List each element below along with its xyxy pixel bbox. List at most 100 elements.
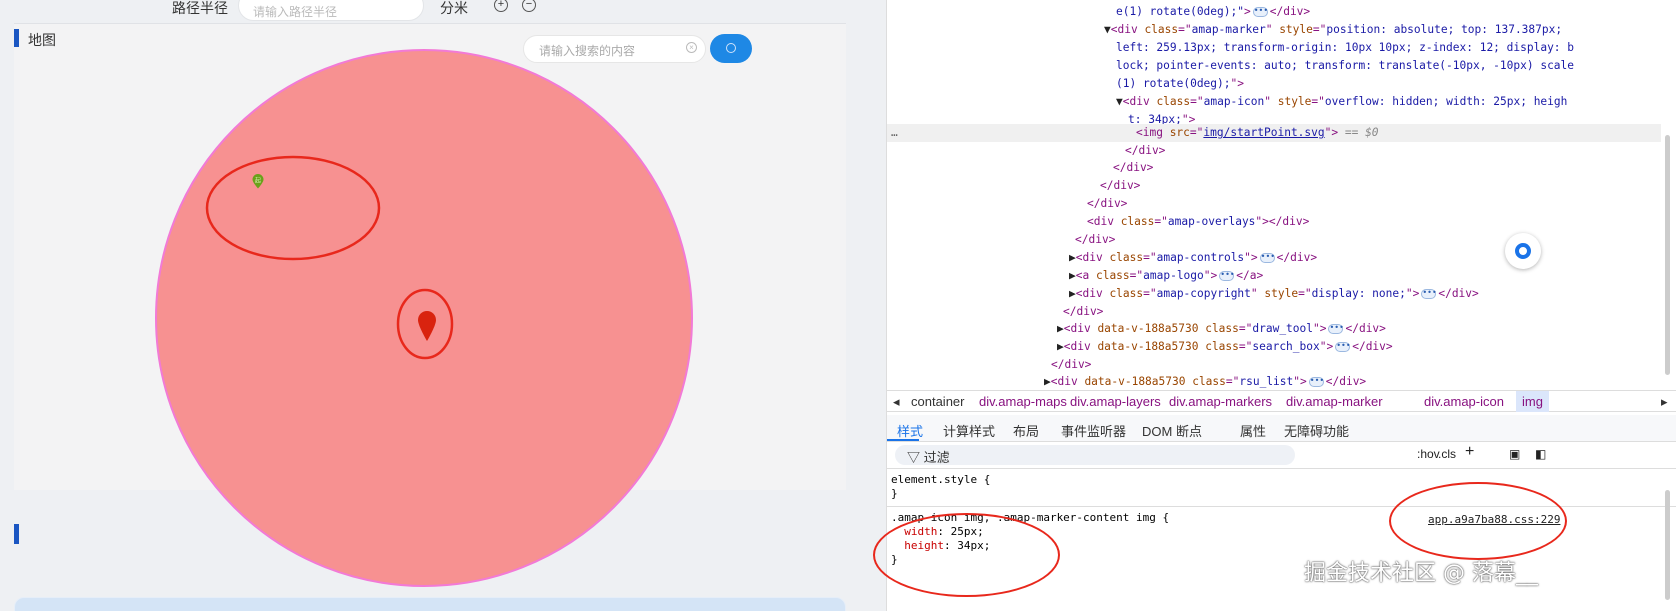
node-actions-icon[interactable]: … [891,124,898,142]
dom-node-line[interactable]: ▶<div class="amap-controls"> ••• </div> [887,249,1661,267]
breadcrumb-back[interactable]: ◂ [893,394,900,410]
tab-layout[interactable]: 布局 [1013,421,1039,440]
hov-toggle[interactable]: :hov [1417,447,1440,461]
dom-node-line[interactable]: </div> [887,231,1661,249]
dom-scrollbar[interactable] [1665,135,1670,375]
dom-node-line[interactable]: ▼<div class="amap-icon" style="overflow:… [887,93,1661,111]
dom-node-line[interactable]: </div> [887,159,1661,177]
breadcrumb-item[interactable]: div.amap-layers [1070,394,1161,409]
filter-placeholder: 过滤 [923,450,950,465]
disclosure-triangle-icon[interactable]: ▶ [1057,322,1064,335]
floating-assistant-button[interactable] [1505,233,1541,269]
breadcrumb-item[interactable]: div.amap-markers [1169,394,1272,409]
tab-styles[interactable]: 样式 [897,421,923,440]
clear-icon[interactable]: × [686,42,697,53]
dom-node-line[interactable]: left: 259.13px; transform-origin: 10px 1… [887,39,1661,57]
expand-ellipsis-icon[interactable]: ••• [1308,377,1324,387]
tab-computed[interactable]: 计算样式 [943,421,995,440]
active-tab-indicator [887,439,919,441]
dom-token: amap-controls [1156,251,1245,264]
dom-token: class [1144,23,1179,36]
dom-token: =" [1311,95,1325,108]
dom-token: "> [1244,251,1258,264]
disclosure-triangle-icon[interactable]: ▼ [1104,23,1111,36]
disclosure-triangle-icon[interactable]: ▼ [1116,95,1123,108]
breadcrumb-forward[interactable]: ▸ [1661,394,1668,410]
dom-node-line[interactable]: ▶<a class="amap-logo"> ••• </a> [887,267,1661,285]
dom-node-line[interactable]: lock; pointer-events: auto; transform: t… [887,57,1661,75]
dom-node-selected[interactable]: … <img src="img/startPoint.svg"> == $0 [887,124,1661,142]
dom-token: =" [1154,215,1168,228]
expand-ellipsis-icon[interactable]: ••• [1252,7,1268,17]
styles-filter-input[interactable]: ▽ 过滤 [895,445,1295,465]
dom-token: "> [1405,287,1420,300]
element-style-rule[interactable]: element.style { } [891,473,990,501]
dom-node-line[interactable]: ▶<div data-v-188a5730 class="draw_tool">… [887,320,1661,338]
expand-ellipsis-icon[interactable]: ••• [1421,289,1437,299]
dom-token: e(1) rotate(0deg);" [1116,5,1244,18]
cls-toggle[interactable]: .cls [1438,447,1456,461]
dom-token: "> [1230,77,1244,90]
dom-node-line[interactable]: </div> [887,195,1661,213]
search-button[interactable] [710,34,752,63]
dom-token: <div [1063,340,1098,353]
new-rule-button[interactable]: + [1465,443,1474,461]
breadcrumb-item[interactable]: div.amap-icon [1424,394,1504,409]
breadcrumb-item-selected[interactable]: img [1516,391,1549,412]
dom-token: == $0 [1338,126,1379,139]
rule-close: } [891,487,898,500]
tab-dom-breakpoints[interactable]: DOM 断点 [1142,421,1202,440]
dom-token: <div [1050,375,1085,388]
dom-token: =" [1178,23,1192,36]
dom-token: =" [1129,269,1144,282]
dom-node-line[interactable]: ▶<div data-v-188a5730 class="rsu_list"> •… [887,373,1661,391]
dom-token[interactable]: img/startPoint.svg [1203,126,1324,139]
dom-token: "></div> [1255,215,1310,228]
dom-token: data-v-188a5730 class [1084,375,1226,388]
dom-token: amap-marker [1191,23,1266,36]
dom-token: class [1156,95,1191,108]
disclosure-triangle-icon[interactable]: ▶ [1057,340,1064,353]
dom-node-line[interactable]: ▼<div class="amap-marker" style="positio… [887,21,1661,39]
annotation-oval [1389,482,1567,560]
dom-token: search_box [1252,340,1320,353]
tab-accessibility[interactable]: 无障碍功能 [1284,421,1349,440]
breadcrumb-item[interactable]: div.amap-marker [1286,394,1383,409]
expand-ellipsis-icon[interactable]: ••• [1219,271,1235,281]
dom-node-line[interactable]: ▶<div class="amap-copyright" style="disp… [887,285,1661,303]
dom-node-line[interactable]: ▶<div data-v-188a5730 class="search_box"… [887,338,1661,356]
disclosure-triangle-icon[interactable]: ▶ [1044,375,1051,388]
expand-ellipsis-icon[interactable]: ••• [1328,324,1344,334]
breadcrumb-item[interactable]: div.amap-maps [979,394,1067,409]
dom-token: data-v-188a5730 class [1097,322,1239,335]
expand-ellipsis-icon[interactable]: ••• [1259,253,1275,263]
dom-token: (1) rotate(0deg); [1116,77,1231,90]
breadcrumb-item[interactable]: container [911,394,964,409]
dom-node-line[interactable]: </div> [887,177,1661,195]
dom-token: draw_tool [1252,322,1313,335]
disclosure-triangle-icon[interactable]: ▶ [1069,269,1076,282]
dom-node-line[interactable]: e(1) rotate(0deg);"> ••• </div> [887,3,1661,21]
dom-token: display: none; [1311,287,1406,300]
dom-node-line[interactable]: <div class="amap-overlays"></div> [887,213,1661,231]
tab-properties[interactable]: 属性 [1240,421,1266,440]
dom-token: </div> [1075,233,1116,246]
map-search-input[interactable]: 请输入搜索的内容 × [523,35,706,63]
dom-token: =" [1238,340,1253,353]
disclosure-triangle-icon[interactable]: ▶ [1069,251,1076,264]
disclosure-triangle-icon[interactable]: ▶ [1069,287,1076,300]
dom-node-line[interactable]: </div> [887,303,1661,321]
dom-node-line[interactable]: </div> [887,142,1661,160]
computed-styles-toggle-icon[interactable]: ▣ [1509,447,1520,461]
expand-ellipsis-icon[interactable]: ••• [1335,342,1351,352]
map-canvas[interactable]: 起 [0,0,886,611]
styles-scrollbar[interactable] [1665,490,1670,600]
dom-node-line[interactable]: (1) rotate(0deg);"> [887,75,1661,93]
dom-token: <div [1075,287,1110,300]
dom-token: rsu_list [1239,375,1294,388]
dom-token: > [1243,5,1251,18]
tab-event-listeners[interactable]: 事件监听器 [1061,421,1126,440]
dom-token: amap-icon [1203,95,1265,108]
sidebar-toggle-icon[interactable]: ◧ [1535,447,1546,461]
dom-node-line[interactable]: </div> [887,356,1661,374]
